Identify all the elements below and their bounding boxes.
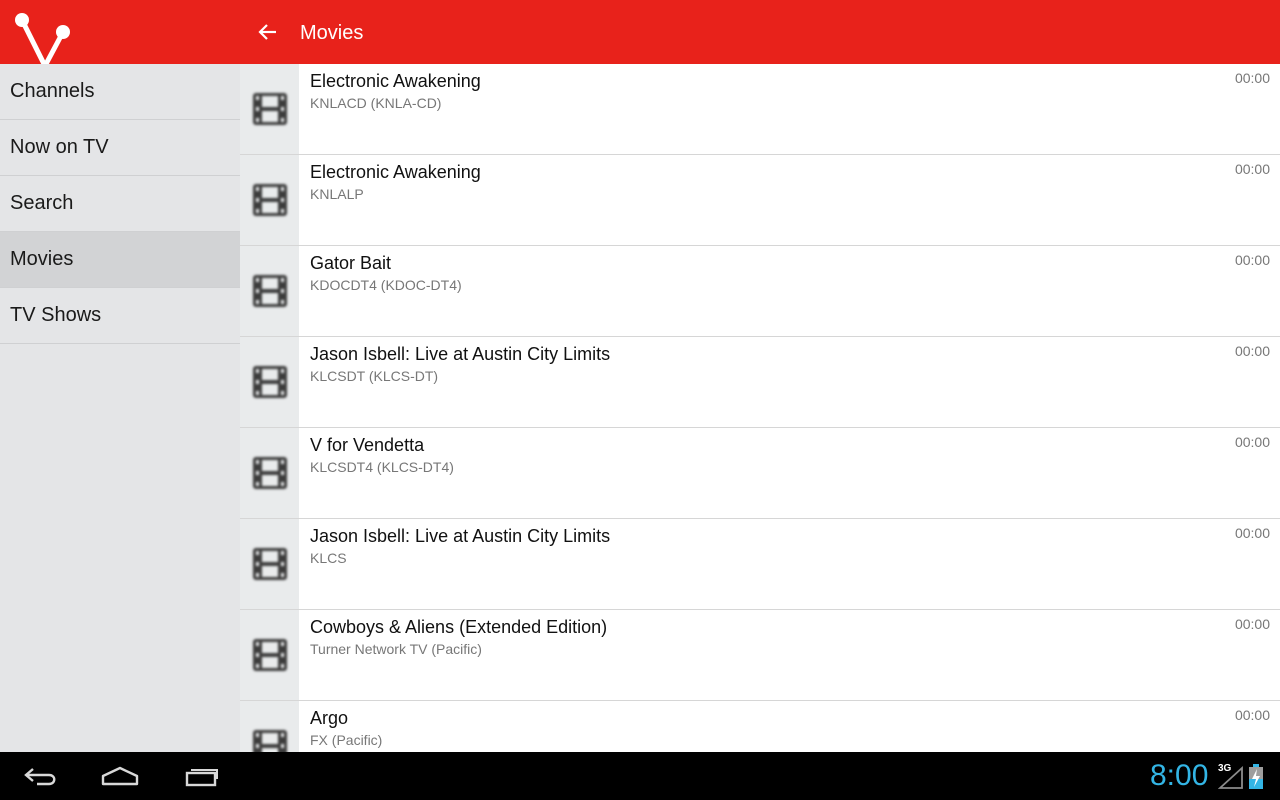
film-icon: [252, 730, 287, 752]
movie-title: Electronic Awakening: [310, 162, 481, 182]
list-item[interactable]: Electronic Awakening KNLACD (KNLA-CD) 00…: [240, 64, 1280, 155]
movie-title: Electronic Awakening: [310, 71, 481, 91]
film-icon: [252, 184, 287, 216]
film-icon: [252, 639, 287, 671]
movie-title: Jason Isbell: Live at Austin City Limits: [310, 526, 611, 546]
movie-time: 00:00: [1234, 707, 1270, 723]
thumbnail: [240, 428, 299, 518]
battery-charging-icon: [1249, 764, 1263, 789]
sidebar-item-tv-shows[interactable]: TV Shows: [0, 288, 240, 344]
movie-time: 00:00: [1234, 616, 1270, 632]
thumbnail: [240, 337, 299, 427]
film-icon: [252, 275, 287, 307]
home-icon: [101, 766, 139, 786]
movie-list[interactable]: Electronic Awakening KNLACD (KNLA-CD) 00…: [240, 64, 1280, 752]
sidebar: Channels Now on TV Search Movies TV Show…: [0, 64, 240, 752]
thumbnail: [240, 519, 299, 609]
arrow-left-icon: [258, 24, 276, 40]
antenna-logo-icon: [15, 13, 70, 64]
list-item[interactable]: Jason Isbell: Live at Austin City Limits…: [240, 519, 1280, 610]
thumbnail: [240, 610, 299, 700]
thumbnail: [240, 64, 299, 154]
movie-time: 00:00: [1234, 434, 1270, 450]
sidebar-item-channels[interactable]: Channels: [0, 64, 240, 120]
movie-channel: KDOCDT4 (KDOC-DT4): [310, 277, 462, 293]
back-button[interactable]: [248, 14, 288, 50]
page-title: Movies: [300, 22, 364, 44]
sidebar-item-now-on-tv[interactable]: Now on TV: [0, 120, 240, 176]
movie-channel: KNLALP: [310, 186, 364, 202]
movie-time: 00:00: [1234, 161, 1270, 177]
clock: 8:00: [1150, 759, 1209, 792]
movie-channel: FX (Pacific): [310, 732, 383, 748]
nav-recent-apps-button[interactable]: [180, 760, 222, 792]
film-icon: [252, 93, 287, 125]
sidebar-item-search[interactable]: Search: [0, 176, 240, 232]
list-item[interactable]: Jason Isbell: Live at Austin City Limits…: [240, 337, 1280, 428]
movie-channel: KLCS: [310, 550, 347, 566]
system-nav-bar: 8:00 3G: [0, 752, 1280, 800]
list-item[interactable]: Gator Bait KDOCDT4 (KDOC-DT4) 00:00: [240, 246, 1280, 337]
movie-title: Gator Bait: [310, 253, 392, 273]
film-icon: [252, 548, 287, 580]
thumbnail: [240, 246, 299, 336]
nav-home-button[interactable]: [98, 760, 142, 792]
recent-apps-icon: [185, 769, 218, 787]
movie-title: Cowboys & Aliens (Extended Edition): [310, 617, 608, 637]
movie-channel: KNLACD (KNLA-CD): [310, 95, 442, 111]
movie-channel: KLCSDT (KLCS-DT): [310, 368, 439, 384]
list-item[interactable]: Cowboys & Aliens (Extended Edition) Turn…: [240, 610, 1280, 701]
movie-channel: KLCSDT4 (KLCS-DT4): [310, 459, 454, 475]
movie-time: 00:00: [1234, 70, 1270, 86]
list-item[interactable]: Argo FX (Pacific) 00:00: [240, 701, 1280, 752]
nav-back-button[interactable]: [20, 760, 62, 792]
movie-time: 00:00: [1234, 343, 1270, 359]
movie-time: 00:00: [1234, 525, 1270, 541]
movie-time: 00:00: [1234, 252, 1270, 268]
list-item[interactable]: V for Vendetta KLCSDT4 (KLCS-DT4) 00:00: [240, 428, 1280, 519]
list-item[interactable]: Electronic Awakening KNLALP 00:00: [240, 155, 1280, 246]
thumbnail: [240, 155, 299, 245]
action-bar: Movies: [0, 0, 1280, 64]
film-icon: [252, 457, 287, 489]
film-icon: [252, 366, 287, 398]
movie-title: Argo: [310, 708, 349, 728]
signal-strength-icon: [1218, 765, 1243, 789]
movie-title: V for Vendetta: [310, 435, 425, 455]
movie-title: Jason Isbell: Live at Austin City Limits: [310, 344, 611, 364]
movie-channel: Turner Network TV (Pacific): [310, 641, 482, 657]
thumbnail: [240, 701, 299, 752]
sidebar-item-movies[interactable]: Movies: [0, 232, 240, 288]
back-icon: [24, 768, 56, 786]
app-window: Movies Channels Now on TV Search Movies …: [0, 0, 1280, 800]
